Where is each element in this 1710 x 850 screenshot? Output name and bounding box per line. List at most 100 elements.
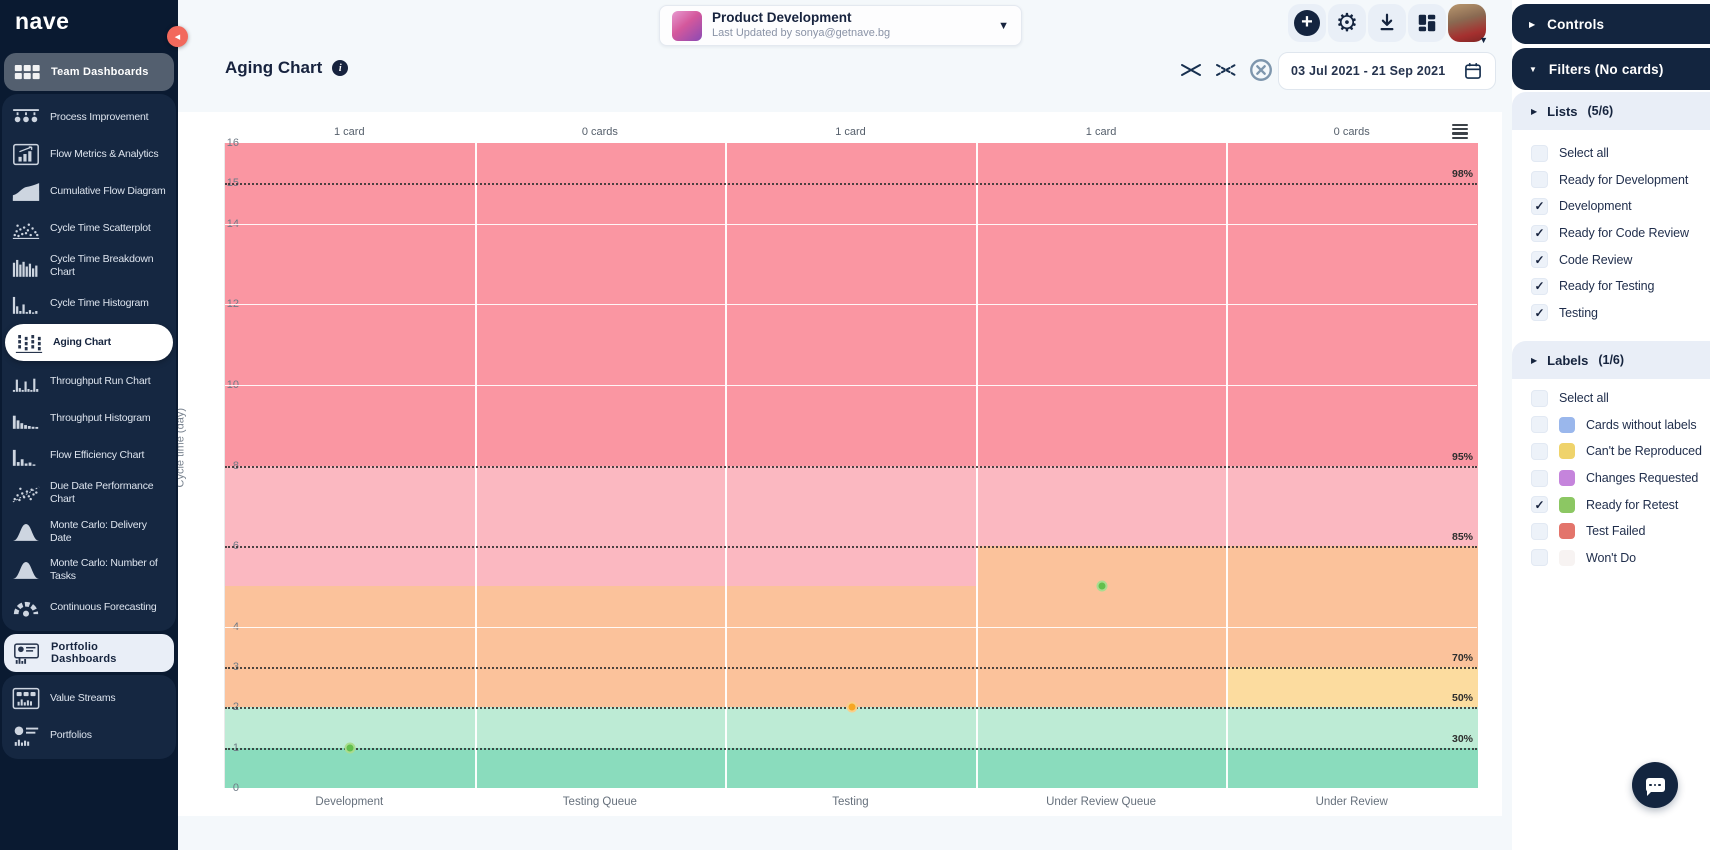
checkbox[interactable]	[1531, 470, 1548, 487]
label-color-swatch	[1559, 443, 1575, 459]
data-point-green[interactable]	[1097, 581, 1108, 592]
band-lightpink	[476, 466, 727, 587]
filter-item-ready-for-testing[interactable]: ✓Ready for Testing	[1512, 273, 1710, 300]
filter-item-test-failed[interactable]: Test Failed	[1512, 518, 1710, 545]
checkbox[interactable]	[1531, 523, 1548, 540]
collapse-sidebar-button[interactable]: ◀	[167, 26, 188, 47]
plot-area: 98%95%85%70%50%30%	[224, 143, 1477, 788]
checked-checkbox[interactable]: ✓	[1531, 198, 1548, 215]
left-sidebar: nave Team DashboardsProcess ImprovementF…	[0, 0, 178, 850]
nave-logo: nave	[15, 8, 69, 35]
flow-metrics-icon	[11, 143, 41, 167]
percentile-line	[225, 466, 1477, 468]
filter-item-select-all[interactable]: Select all	[1512, 140, 1710, 167]
portfolios-icon	[11, 724, 41, 748]
filters-label: Filters (No cards)	[1549, 62, 1664, 77]
download-icon	[1376, 12, 1398, 34]
filter-item-development[interactable]: ✓Development	[1512, 193, 1710, 220]
board-selector[interactable]: Product Development Last Updated by sony…	[659, 5, 1022, 46]
checked-checkbox[interactable]: ✓	[1531, 251, 1548, 268]
filters-section-header[interactable]: ▼ Filters (No cards)	[1512, 48, 1710, 90]
dashboards-button[interactable]	[1408, 4, 1446, 42]
sidebar-item-throughput-histogram[interactable]: Throughput Histogram	[2, 400, 176, 437]
filter-item-can-t-be-reproduced[interactable]: Can't be Reproduced	[1512, 438, 1710, 465]
sidebar-item-continuous-forecasting[interactable]: Continuous Forecasting	[2, 589, 176, 626]
collapse-dashed-lines-icon[interactable]	[1213, 57, 1239, 83]
collapse-percentile-lines-icon[interactable]	[1178, 57, 1204, 83]
checked-checkbox[interactable]: ✓	[1531, 496, 1548, 513]
sidebar-item-cumulative-flow-diagram[interactable]: Cumulative Flow Diagram	[2, 173, 176, 210]
chat-button[interactable]	[1632, 762, 1678, 808]
checkbox[interactable]	[1531, 549, 1548, 566]
page-title: Aging Chart	[225, 58, 322, 78]
checkbox[interactable]	[1531, 390, 1548, 407]
filter-item-select-all[interactable]: Select all	[1512, 385, 1710, 412]
sidebar-item-aging-chart[interactable]: Aging Chart	[5, 324, 173, 361]
band-lightpink	[1227, 466, 1478, 547]
filter-item-testing[interactable]: ✓Testing	[1512, 300, 1710, 327]
band-yellow	[1227, 667, 1478, 707]
add-button[interactable]: +	[1288, 4, 1326, 42]
efficiency-icon	[11, 444, 41, 468]
data-point-orange[interactable]	[846, 702, 857, 713]
controls-section-header[interactable]: ▶ Controls	[1512, 4, 1710, 44]
data-point-green[interactable]	[345, 742, 356, 753]
dashboards-grid-icon	[1416, 12, 1438, 34]
sidebar-item-monte-carlo-number-of-tasks[interactable]: Monte Carlo: Number of Tasks	[2, 551, 176, 589]
collapse-sidebar-icon: ◀	[175, 33, 180, 41]
lists-section-header[interactable]: ▶ Lists (5/6)	[1512, 92, 1710, 130]
chevron-down-icon: ▼	[1479, 35, 1488, 45]
sidebar-item-cycle-time-histogram[interactable]: Cycle Time Histogram	[2, 285, 176, 322]
user-avatar[interactable]: ▼	[1448, 4, 1486, 42]
sidebar-item-flow-metrics-analytics[interactable]: Flow Metrics & Analytics	[2, 136, 176, 173]
checkbox[interactable]	[1531, 416, 1548, 433]
disable-outliers-icon[interactable]	[1248, 57, 1274, 83]
download-button[interactable]	[1368, 4, 1406, 42]
date-range-value: 03 Jul 2021 - 21 Sep 2021	[1291, 64, 1455, 78]
sidebar-item-portfolios[interactable]: Portfolios	[2, 717, 176, 754]
percentile-label: 95%	[1452, 451, 1473, 463]
percentile-label: 85%	[1452, 531, 1473, 543]
lists-filter-list: Select allReady for Development✓Developm…	[1512, 140, 1710, 326]
labels-section-header[interactable]: ▶ Labels (1/6)	[1512, 341, 1710, 379]
band-lightmint	[726, 707, 977, 747]
checked-checkbox[interactable]: ✓	[1531, 278, 1548, 295]
sidebar-item-monte-carlo-delivery-date[interactable]: Monte Carlo: Delivery Date	[2, 513, 176, 551]
sidebar-item-cycle-time-breakdown-chart[interactable]: Cycle Time Breakdown Chart	[2, 247, 176, 285]
sidebar-item-flow-efficiency-chart[interactable]: Flow Efficiency Chart	[2, 437, 176, 474]
filter-item-changes-requested[interactable]: Changes Requested	[1512, 465, 1710, 492]
checked-checkbox[interactable]: ✓	[1531, 304, 1548, 321]
sidebar-item-value-streams[interactable]: Value Streams	[2, 680, 176, 717]
sidebar-item-throughput-run-chart[interactable]: Throughput Run Chart	[2, 363, 176, 400]
label-color-swatch	[1559, 417, 1575, 433]
settings-button[interactable]: ⚙	[1328, 4, 1366, 42]
filter-item-ready-for-code-review[interactable]: ✓Ready for Code Review	[1512, 220, 1710, 247]
checkbox[interactable]	[1531, 171, 1548, 188]
sidebar-item-process-improvement[interactable]: Process Improvement	[2, 99, 176, 136]
filter-item-won-t-do[interactable]: Won't Do	[1512, 545, 1710, 572]
sidebar-item-due-date-performance-chart[interactable]: Due Date Performance Chart	[2, 474, 176, 512]
band-peach	[225, 586, 476, 707]
filter-item-cards-without-labels[interactable]: Cards without labels	[1512, 412, 1710, 439]
sidebar-section-team-dashboards[interactable]: Team Dashboards	[4, 53, 174, 91]
x-axis-label: Under Review	[1226, 796, 1477, 808]
band-lightmint	[1227, 707, 1478, 747]
info-icon[interactable]: i	[332, 60, 348, 76]
filter-item-code-review[interactable]: ✓Code Review	[1512, 246, 1710, 273]
chart-context-menu-icon[interactable]	[1452, 124, 1468, 141]
filter-item-ready-for-development[interactable]: Ready for Development	[1512, 167, 1710, 194]
checked-checkbox[interactable]: ✓	[1531, 225, 1548, 242]
sidebar-section-portfolio-dashboards[interactable]: Portfolio Dashboards	[4, 634, 174, 672]
date-range-picker[interactable]: 03 Jul 2021 - 21 Sep 2021	[1278, 52, 1496, 90]
calendar-icon	[1463, 61, 1483, 81]
checkbox[interactable]	[1531, 145, 1548, 162]
chevron-down-icon: ▼	[1529, 65, 1537, 74]
main-content: Product Development Last Updated by sony…	[178, 0, 1512, 850]
percentile-line	[225, 667, 1477, 669]
sidebar-item-cycle-time-scatterplot[interactable]: Cycle Time Scatterplot	[2, 210, 176, 247]
checkbox[interactable]	[1531, 443, 1548, 460]
labels-label: Labels	[1547, 353, 1588, 368]
filter-item-ready-for-retest[interactable]: ✓Ready for Retest	[1512, 491, 1710, 518]
due-date-icon	[11, 481, 41, 505]
app-window: nave Team DashboardsProcess ImprovementF…	[0, 0, 1710, 850]
